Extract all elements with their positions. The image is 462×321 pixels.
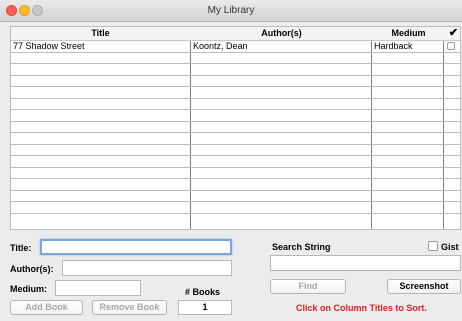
table-row[interactable] xyxy=(11,191,460,202)
column-header-title[interactable]: Title xyxy=(11,28,190,38)
table-row[interactable] xyxy=(11,53,460,64)
table-row[interactable] xyxy=(11,202,460,214)
table-row[interactable] xyxy=(11,122,460,133)
table-row[interactable] xyxy=(11,156,460,168)
table-row[interactable] xyxy=(11,168,460,179)
medium-label: Medium: xyxy=(10,284,47,294)
medium-input[interactable] xyxy=(55,280,141,296)
book-count-value: 1 xyxy=(178,300,232,315)
gist-checkbox[interactable] xyxy=(428,241,438,251)
column-header-medium[interactable]: Medium xyxy=(372,28,445,38)
table-header: Title Author(s) Medium ✔ xyxy=(11,27,460,41)
window-title: My Library xyxy=(207,5,255,16)
find-button[interactable]: Find xyxy=(270,279,346,294)
table-row[interactable] xyxy=(11,110,460,122)
table-row[interactable] xyxy=(11,145,460,156)
table-row[interactable] xyxy=(11,76,460,87)
screenshot-button[interactable]: Screenshot xyxy=(387,279,461,294)
table-body: 77 Shadow Street Koontz, Dean Hardback xyxy=(11,41,460,214)
table-row[interactable] xyxy=(11,99,460,110)
book-count-label: # Books xyxy=(185,287,221,297)
remove-book-button[interactable]: Remove Book xyxy=(92,300,167,315)
author-label: Author(s): xyxy=(10,264,54,274)
sort-hint: Click on Column Titles to Sort. xyxy=(296,303,427,313)
column-header-check[interactable]: ✔ xyxy=(445,27,460,39)
cell-medium: Hardback xyxy=(374,41,413,51)
author-input[interactable] xyxy=(62,260,232,276)
table-row[interactable] xyxy=(11,64,460,76)
search-string-label: Search String xyxy=(272,242,331,252)
cell-author: Koontz, Dean xyxy=(193,41,248,51)
library-table[interactable]: Title Author(s) Medium ✔ 77 Shadow Stree… xyxy=(10,26,461,230)
table-row[interactable]: 77 Shadow Street Koontz, Dean Hardback xyxy=(11,41,460,53)
title-label: Title: xyxy=(10,243,32,253)
add-book-button[interactable]: Add Book xyxy=(10,300,83,315)
table-row[interactable] xyxy=(11,87,460,99)
row-checkbox[interactable] xyxy=(447,42,455,50)
table-row[interactable] xyxy=(11,179,460,191)
table-row[interactable] xyxy=(11,133,460,145)
gist-label: Gist xyxy=(441,242,459,252)
search-input[interactable] xyxy=(270,255,461,271)
window-titlebar: My Library xyxy=(0,0,462,22)
cell-title: 77 Shadow Street xyxy=(13,41,85,51)
title-input[interactable] xyxy=(40,239,232,255)
column-header-author[interactable]: Author(s) xyxy=(191,28,372,38)
